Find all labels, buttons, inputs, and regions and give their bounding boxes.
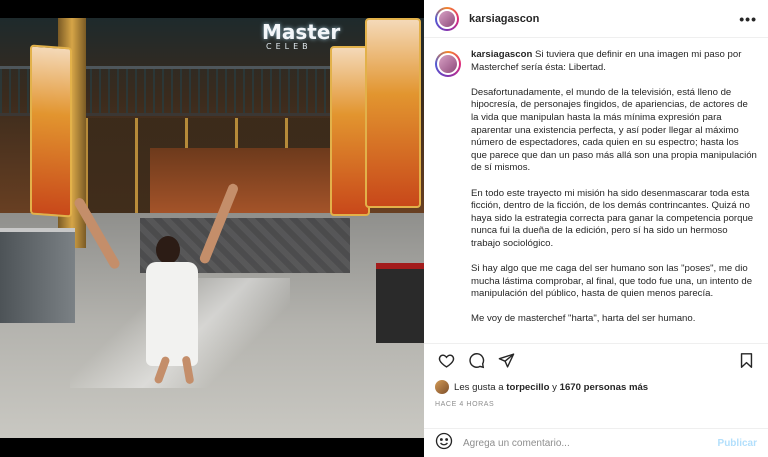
figure-head xyxy=(156,236,180,264)
emoji-smile-icon[interactable] xyxy=(435,432,453,455)
comment-input[interactable] xyxy=(463,438,718,449)
post-header: karsiagascon ••• xyxy=(424,0,768,38)
post-timestamp[interactable]: HACE 4 HORAS xyxy=(424,397,768,419)
publish-button[interactable]: Publicar xyxy=(718,438,757,449)
comment-box: Publicar xyxy=(424,428,768,457)
more-options-icon[interactable]: ••• xyxy=(739,11,757,27)
caption-username[interactable]: karsiagascon xyxy=(471,49,532,60)
photo-banner-right xyxy=(330,46,370,216)
avatar[interactable] xyxy=(435,6,459,31)
caption-paragraph: Me voy de masterchef "harta", harta del … xyxy=(471,313,696,325)
likes-avatar[interactable] xyxy=(435,380,449,394)
heart-icon[interactable] xyxy=(435,350,457,372)
caption-paragraph: Si hay algo que me caga del ser humano s… xyxy=(471,263,753,300)
caption-paragraph: En todo este trayecto mi misión ha sido … xyxy=(471,187,754,249)
photo-sign-subtext: CELEB xyxy=(266,42,312,51)
photo-banner-far-right xyxy=(365,18,421,208)
likes-conjunction: y xyxy=(552,381,557,393)
figure-dress xyxy=(146,262,198,366)
comment-bubble-icon[interactable] xyxy=(465,350,487,372)
post-sidebar: karsiagascon ••• karsiagascon Si tuviera… xyxy=(424,0,768,457)
caption-row: karsiagascon Si tuviera que definir en u… xyxy=(435,49,757,339)
paper-plane-icon[interactable] xyxy=(495,350,517,372)
likes-prefix: Les gusta a xyxy=(454,381,504,393)
photo-jumping-woman xyxy=(72,178,240,388)
likes-count[interactable]: 1670 personas más xyxy=(560,382,649,393)
likes-summary: Les gusta a torpecillo y 1670 personas m… xyxy=(424,377,768,397)
photo-sign: Master xyxy=(262,20,341,44)
header-username[interactable]: karsiagascon xyxy=(469,13,539,25)
post-footer: Les gusta a torpecillo y 1670 personas m… xyxy=(424,343,768,450)
caption-avatar[interactable] xyxy=(435,51,461,77)
action-bar xyxy=(424,344,768,377)
likes-user[interactable]: torpecillo xyxy=(506,382,549,393)
caption-text: karsiagascon Si tuviera que definir en u… xyxy=(471,49,757,339)
post-photo-panel: Master CELEB xyxy=(0,0,424,457)
photo-counter xyxy=(0,228,75,323)
caption-paragraph: Desafortunadamente, el mundo de la telev… xyxy=(471,86,757,174)
post-photo[interactable]: Master CELEB xyxy=(0,18,424,438)
photo-banner-left xyxy=(30,44,72,218)
bookmark-icon[interactable] xyxy=(735,350,757,372)
caption-area: karsiagascon Si tuviera que definir en u… xyxy=(424,39,768,343)
caption-paragraph: karsiagascon Si tuviera que definir en u… xyxy=(471,49,757,74)
photo-podium xyxy=(376,263,424,343)
